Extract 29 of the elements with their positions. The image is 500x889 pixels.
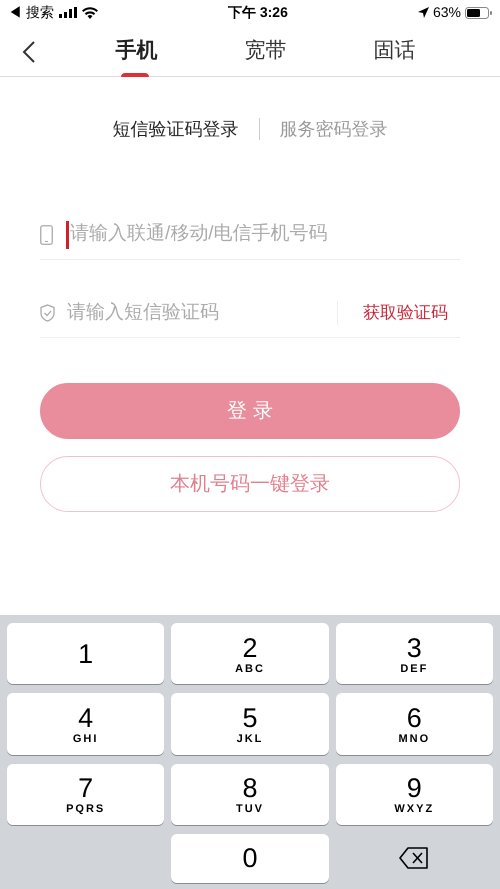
verification-code-field[interactable]: 请输入短信验证码: [67, 292, 337, 332]
back-icon[interactable]: [22, 41, 36, 63]
keypad-key[interactable]: 8 TUV: [171, 764, 329, 825]
login-mode-tab[interactable]: 短信验证码登录: [112, 116, 238, 142]
back-to-app-link[interactable]: ◀ 搜索: [8, 2, 54, 23]
keypad-key[interactable]: 9 WXYZ: [336, 764, 493, 825]
status-time: 下午 3:26: [228, 3, 288, 22]
tab[interactable]: 手机: [72, 24, 201, 76]
battery-percent: 63%: [432, 3, 461, 22]
tab-indicator: [121, 72, 149, 76]
battery-icon: [465, 6, 492, 18]
keypad-key[interactable]: 3 DEF: [336, 623, 493, 684]
keypad-key[interactable]: 7 PQRS: [7, 764, 164, 825]
keypad-key[interactable]: 2 ABC: [171, 623, 329, 684]
phone-number-field[interactable]: 请输入联通/移动/电信手机号码: [70, 220, 460, 249]
tab[interactable]: 宽带: [201, 24, 330, 76]
shield-icon: [40, 304, 55, 322]
keypad-key[interactable]: 1: [7, 623, 164, 684]
phone-icon: [40, 224, 53, 244]
location-arrow-icon: [418, 7, 429, 18]
keypad-key[interactable]: 6 MNO: [336, 693, 493, 754]
signal-icon: [58, 7, 77, 18]
wifi-icon: [82, 6, 98, 18]
backspace-icon[interactable]: [399, 847, 430, 870]
keypad-key[interactable]: 0: [171, 834, 329, 883]
get-code-link[interactable]: 获取验证码: [363, 300, 448, 326]
tab[interactable]: 固话: [330, 24, 459, 76]
keypad-key[interactable]: 5 JKL: [171, 693, 329, 754]
keypad-key[interactable]: 4 GHI: [7, 693, 164, 754]
